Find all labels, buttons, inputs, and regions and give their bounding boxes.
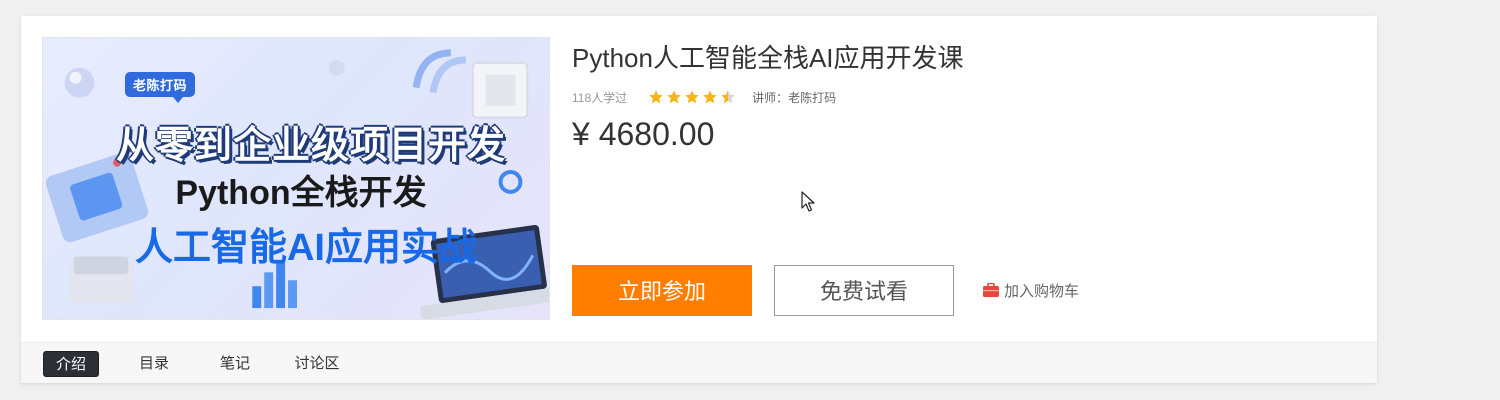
cover-headline-2: Python全栈开发 — [175, 174, 427, 212]
half-star-icon — [721, 90, 735, 104]
course-meta: 118人学过 讲师：老陈打码 — [572, 88, 836, 106]
free-trial-button[interactable]: 免费试看 — [774, 265, 954, 316]
course-title: Python人工智能全栈AI应用开发课 — [572, 43, 964, 73]
tab-catalog[interactable]: 目录 — [126, 351, 182, 377]
join-now-button[interactable]: 立即参加 — [572, 265, 752, 316]
tab-notes[interactable]: 笔记 — [207, 351, 263, 377]
star-icon — [703, 90, 717, 104]
rating-stars — [648, 89, 738, 105]
cover-headline-1: 从零到企业级项目开发 — [115, 125, 506, 167]
star-icon — [685, 90, 699, 104]
shopping-bag-icon — [983, 283, 999, 297]
tab-discussion[interactable]: 讨论区 — [285, 351, 349, 377]
course-tab-bar: 介绍 目录 笔记 讨论区 — [21, 342, 1377, 383]
add-to-cart-link[interactable]: 加入购物车 — [983, 280, 1079, 300]
star-icon — [649, 90, 663, 104]
add-to-cart-label: 加入购物车 — [1004, 282, 1080, 300]
tab-intro[interactable]: 介绍 — [43, 351, 99, 377]
course-cover-image[interactable]: 老陈打码 从零到企业级项目开发 Python全栈开发 人工智能AI应用实战 — [42, 37, 550, 320]
mouse-cursor-icon — [801, 191, 815, 212]
course-card: 老陈打码 从零到企业级项目开发 Python全栈开发 人工智能AI应用实战 Py… — [21, 16, 1377, 383]
course-price: ¥ 4680.00 — [572, 116, 715, 152]
cover-headline-3: 人工智能AI应用实战 — [134, 227, 477, 269]
learner-count: 118人学过 — [572, 90, 628, 105]
teacher-name[interactable]: 讲师：老陈打码 — [752, 89, 836, 106]
cover-tag: 老陈打码 — [125, 72, 196, 103]
star-icon — [667, 90, 681, 104]
